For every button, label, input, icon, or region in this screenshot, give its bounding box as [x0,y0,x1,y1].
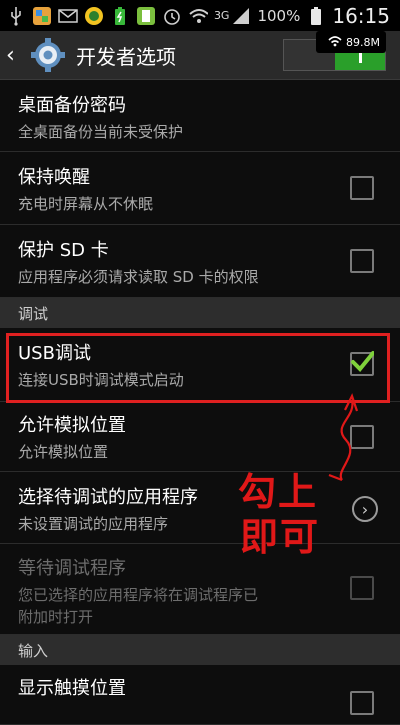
item-title: 显示触摸位置 [18,678,126,699]
item-summary: 允许模拟位置 [18,443,109,461]
item-summary-line2: 附加时打开 [18,608,94,626]
wifi-icon-small [328,35,342,50]
wifi-icon [188,6,208,26]
list-item-protect-sd-card[interactable]: 保护 SD 卡 应用程序必须请求读取 SD 卡的权限 [0,225,400,298]
wifi-speed-text: 89.8M [346,35,380,49]
gallery-app-icon [32,6,52,26]
alarm-icon [162,6,182,26]
battery-icon [306,6,326,26]
section-header-debugging: 调试 [0,298,400,328]
item-summary: 充电时屏幕从不休眠 [18,195,154,213]
network-type-label: 3G [213,9,230,22]
app-notification-icon [84,6,104,26]
stay-awake-checkbox[interactable] [350,176,374,200]
item-title: 等待调试程序 [18,558,126,579]
allow-mock-locations-checkbox[interactable] [350,425,374,449]
battery-percent: 100% [257,6,301,25]
item-title: 桌面备份密码 [18,95,126,116]
list-item-show-touches[interactable]: 显示触摸位置 [0,665,400,725]
highlight-box [6,333,390,403]
list-item-wait-for-debugger[interactable]: 等待调试程序 您已选择的应用程序将在调试程序已 附加时打开 [0,544,400,635]
wifi-speed-overlay: 89.8M [316,31,386,53]
clock: 16:15 [332,3,390,28]
item-summary: 应用程序必须请求读取 SD 卡的权限 [18,268,259,286]
protect-sd-card-checkbox[interactable] [350,249,374,273]
wait-for-debugger-checkbox[interactable] [350,576,374,600]
settings-gear-icon[interactable] [30,37,66,73]
item-title: 保护 SD 卡 [18,240,109,261]
list-item-stay-awake[interactable]: 保持唤醒 充电时屏幕从不休眠 [0,152,400,225]
list-item-desktop-backup-password[interactable]: 桌面备份密码 全桌面备份当前未受保护 [0,80,400,152]
item-title: 保持唤醒 [18,167,90,188]
item-summary: 未设置调试的应用程序 [18,515,169,533]
section-header-input: 输入 [0,635,400,665]
action-bar: ‹ 开发者选项 89.8M [0,31,400,80]
list-item-allow-mock-locations[interactable]: 允许模拟位置 允许模拟位置 [0,402,400,472]
chevron-right-icon[interactable]: › [352,496,378,522]
signal-icon [231,6,251,26]
back-icon[interactable]: ‹ [6,43,26,68]
item-title: 允许模拟位置 [18,415,126,436]
page-title: 开发者选项 [76,44,176,69]
item-summary-line1: 您已选择的应用程序将在调试程序已 [18,586,259,604]
charging-icon [110,6,130,26]
annotation-text-line1: 勾上 [238,469,319,514]
item-summary: 全桌面备份当前未受保护 [18,123,184,141]
usb-icon [6,6,26,26]
item-title: 选择待调试的应用程序 [18,487,198,508]
battery-app-icon [136,6,156,26]
show-touches-checkbox[interactable] [350,691,374,715]
annotation-text-line2: 即可 [240,514,321,559]
status-bar: 3G 100% 16:15 [0,0,400,31]
mail-icon [58,6,78,26]
list-item-select-debug-app[interactable]: 选择待调试的应用程序 未设置调试的应用程序 › [0,472,400,544]
